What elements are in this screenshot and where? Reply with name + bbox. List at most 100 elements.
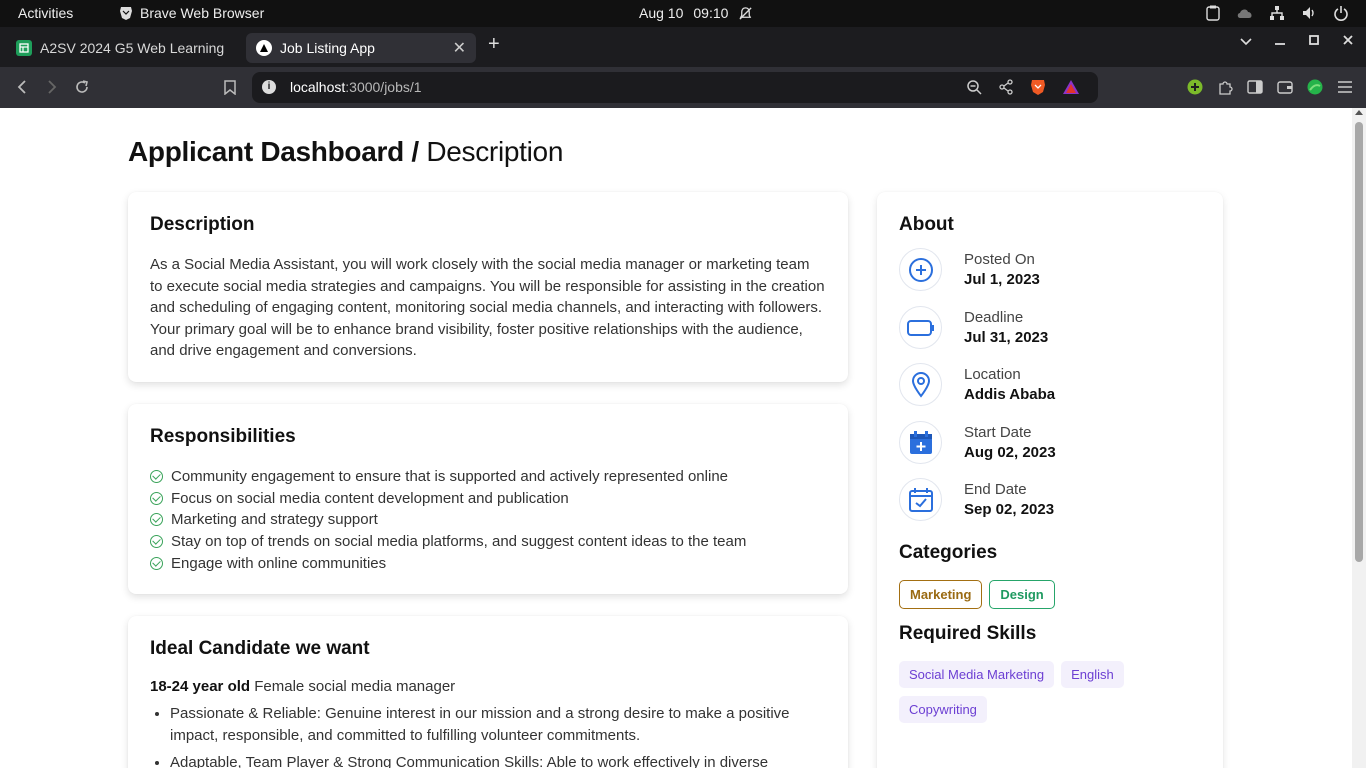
about-value: Sep 02, 2023 — [964, 501, 1055, 518]
check-circle-icon — [150, 470, 163, 484]
list-item: Passionate & Reliable: Genuine interest … — [170, 703, 826, 746]
minimize-icon[interactable] — [1274, 33, 1286, 49]
category-chip-design[interactable]: Design — [989, 580, 1055, 609]
date-label: Aug 10 — [639, 5, 684, 21]
address-bar-actions — [966, 78, 1080, 101]
maximize-icon[interactable] — [1308, 33, 1320, 49]
about-label: Location — [964, 366, 1021, 383]
network-icon[interactable] — [1268, 4, 1286, 22]
clock[interactable]: Aug 10 09:10 — [639, 5, 753, 21]
page-content: Applicant Dashboard / Description Descri… — [0, 108, 1352, 768]
battery-icon — [899, 306, 942, 349]
plus-circle-icon — [899, 248, 942, 291]
cloud-icon[interactable] — [1236, 4, 1254, 22]
skill-chip[interactable]: English — [1061, 661, 1124, 688]
ideal-role: Female social media manager — [254, 678, 456, 695]
new-tab-icon[interactable]: + — [488, 33, 500, 56]
url-text[interactable]: localhost:3000/jobs/1 — [290, 79, 422, 95]
list-item: Stay on top of trends on social media pl… — [150, 531, 826, 553]
wallet-icon[interactable] — [1276, 78, 1294, 96]
required-skills-title: Required Skills — [899, 623, 1037, 644]
about-deadline: Deadline Jul 31, 2023 — [899, 306, 1048, 349]
about-value: Jul 31, 2023 — [964, 329, 1049, 346]
system-top-bar: Activities Brave Web Browser Aug 10 09:1… — [0, 0, 1366, 27]
check-circle-icon — [150, 513, 163, 527]
time-label: 09:10 — [693, 5, 729, 21]
ideal-candidate-title: Ideal Candidate we want — [150, 638, 370, 659]
activities-button[interactable]: Activities — [18, 5, 73, 21]
scroll-up-icon[interactable] — [1355, 110, 1363, 115]
tab-title: A2SV 2024 G5 Web Learning — [40, 40, 225, 56]
brave-rewards-icon[interactable] — [1062, 79, 1080, 100]
url-path: :3000/jobs/1 — [345, 79, 422, 95]
skill-chip[interactable]: Copywriting — [899, 696, 987, 723]
volume-icon[interactable] — [1300, 4, 1318, 22]
ideal-candidate-card: Ideal Candidate we want 18-24 year old F… — [128, 616, 848, 768]
clipboard-icon[interactable] — [1204, 4, 1222, 22]
about-panel: About Posted On Jul 1, 2023 Deadline Jul 3… — [877, 192, 1223, 768]
about-label: End Date — [964, 481, 1027, 498]
profile-icon[interactable] — [1306, 78, 1324, 96]
about-location: Location Addis Ababa — [899, 363, 1055, 406]
about-label: Posted On — [964, 251, 1035, 268]
responsibility-text: Focus on social media content developmen… — [171, 489, 569, 507]
brave-shields-icon[interactable] — [1030, 78, 1046, 101]
calendar-plus-icon — [899, 421, 942, 464]
list-item: Focus on social media content developmen… — [150, 488, 826, 510]
tab-job-listing[interactable]: Job Listing App ✕ — [246, 33, 476, 63]
tab-strip: A2SV 2024 G5 Web Learning Job Listing Ap… — [0, 27, 1366, 67]
scrollbar-thumb[interactable] — [1355, 122, 1363, 562]
close-window-icon[interactable] — [1342, 33, 1354, 49]
power-icon[interactable] — [1332, 4, 1350, 22]
window-controls — [1240, 33, 1354, 49]
page-scrollbar[interactable] — [1352, 108, 1366, 768]
responsibility-text: Marketing and strategy support — [171, 511, 378, 529]
menu-icon[interactable] — [1336, 78, 1354, 96]
extensions-icon[interactable] — [1216, 78, 1234, 96]
category-chip-marketing[interactable]: Marketing — [899, 580, 983, 609]
reload-icon[interactable] — [72, 77, 92, 97]
bookmark-icon[interactable] — [220, 77, 240, 97]
description-title: Description — [150, 214, 255, 235]
about-start-date: Start Date Aug 02, 2023 — [899, 421, 1056, 464]
responsibilities-title: Responsibilities — [150, 426, 296, 447]
about-label: Deadline — [964, 309, 1024, 326]
share-icon[interactable] — [998, 79, 1014, 100]
skill-chip[interactable]: Social Media Marketing — [899, 661, 1055, 688]
description-text: As a Social Media Assistant, you will wo… — [150, 256, 825, 360]
about-value: Addis Ababa — [964, 386, 1056, 403]
categories-title: Categories — [899, 542, 998, 563]
url-host: localhost — [290, 79, 346, 95]
about-value: Jul 1, 2023 — [964, 271, 1040, 288]
zoom-out-icon[interactable] — [966, 79, 982, 100]
forward-icon[interactable] — [42, 77, 62, 97]
site-info-icon[interactable]: i — [262, 80, 276, 94]
about-posted-on: Posted On Jul 1, 2023 — [899, 248, 1040, 291]
list-item: Community engagement to ensure that is s… — [150, 466, 826, 488]
about-title: About — [899, 214, 954, 235]
responsibility-text: Stay on top of trends on social media pl… — [171, 533, 747, 551]
tab-search-icon[interactable] — [1240, 33, 1252, 49]
page-title-light: Description — [426, 136, 564, 167]
categories-list: Marketing Design — [899, 580, 1199, 609]
ideal-candidate-summary: 18-24 year old Female social media manag… — [150, 678, 826, 695]
page-title-bold: Applicant Dashboard / — [128, 136, 419, 167]
app-name: Brave Web Browser — [140, 5, 265, 21]
vercel-icon — [256, 40, 272, 56]
tab-a2sv[interactable]: A2SV 2024 G5 Web Learning — [6, 33, 242, 63]
address-bar[interactable]: i localhost:3000/jobs/1 — [252, 72, 1098, 103]
vpn-add-icon[interactable] — [1186, 78, 1204, 96]
sheets-icon — [16, 40, 32, 56]
back-icon[interactable] — [12, 77, 32, 97]
about-end-date: End Date Sep 02, 2023 — [899, 478, 1054, 521]
list-item: Adaptable, Team Player & Strong Communic… — [170, 752, 826, 768]
app-menu[interactable]: Brave Web Browser — [118, 5, 264, 21]
close-tab-icon[interactable]: ✕ — [453, 38, 466, 58]
about-label: Start Date — [964, 424, 1032, 441]
responsibility-text: Engage with online communities — [171, 554, 387, 572]
system-tray[interactable] — [1204, 4, 1350, 22]
toolbar-extensions — [1186, 78, 1354, 96]
sidebar-icon[interactable] — [1246, 78, 1264, 96]
location-pin-icon — [899, 363, 942, 406]
list-item: Marketing and strategy support — [150, 509, 826, 531]
